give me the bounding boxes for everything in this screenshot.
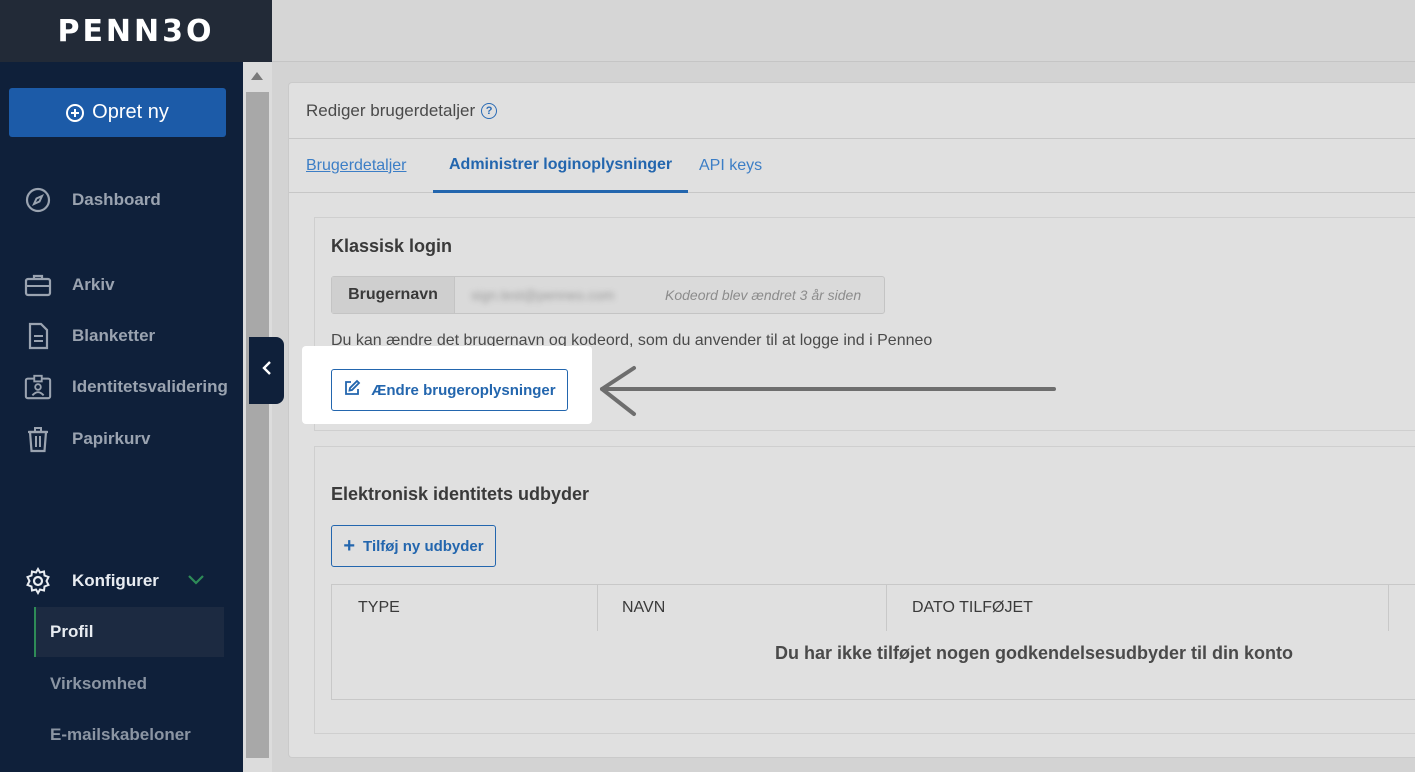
help-icon[interactable]: ? [481,102,498,119]
sidebar-item-identitetsvalidering[interactable]: Identitetsvalidering [24,373,228,401]
add-provider-button[interactable]: + Tilføj ny udbyder [331,525,496,567]
column-header-navn[interactable]: NAVN [622,585,665,631]
sidebar-subitem-label: Profil [50,622,94,641]
column-header-dato-tilfojet[interactable]: DATO TILFØJET [912,585,1033,631]
sidebar-item-label: Papirkurv [72,429,151,448]
pointer-arrow-icon [600,366,1056,416]
sidebar-item-dashboard[interactable]: Dashboard [24,186,161,214]
tab-api-keys[interactable]: API keys [699,139,762,193]
empty-table-message: Du har ikke tilføjet nogen godkendelsesu… [774,643,1294,663]
logo-bar: PENN3O [0,0,272,62]
top-bar [272,0,1415,62]
sidebar-item-blanketter[interactable]: Blanketter [24,322,155,350]
edit-icon [343,379,361,401]
sidebar-subitem-label: E-mailskabeloner [50,725,191,744]
sidebar-item-label: Identitetsvalidering [72,377,228,396]
tab-label: Brugerdetaljer [306,157,407,174]
sidebar-item-arkiv[interactable]: Arkiv [24,271,115,299]
add-provider-label: Tilføj ny udbyder [363,537,484,555]
tab-bar: Brugerdetaljer Administrer loginoplysnin… [289,139,1415,193]
scroll-up-arrow-icon[interactable] [251,72,263,80]
sidebar: Opret ny Dashboard Arkiv Blanketter Iden… [0,0,243,772]
provider-table: TYPE NAVN DATO TILFØJET Du har ikke tilf… [331,584,1415,700]
tab-administrer-loginoplysninger[interactable]: Administrer loginoplysninger [433,139,689,193]
scrollbar-thumb[interactable] [246,92,269,758]
plus-circle-icon [66,103,85,122]
sidebar-item-label: Blanketter [72,326,156,345]
document-icon [24,322,52,350]
sidebar-subitem-emailskabeloner[interactable]: E-mailskabeloner [34,710,224,760]
id-card-icon [24,373,52,401]
tab-label: API keys [699,157,763,174]
classic-login-title: Klassisk login [331,236,453,256]
gear-icon [24,567,52,595]
tab-label: Administrer loginoplysninger [449,155,673,173]
edit-credentials-button[interactable]: Ændre brugeroplysninger [331,369,568,411]
username-row: Brugernavn sign.test@penneo.com Kodeord … [331,276,885,314]
sidebar-item-papirkurv[interactable]: Papirkurv [24,425,150,453]
briefcase-icon [24,271,52,299]
sidebar-item-label: Arkiv [72,275,115,294]
sidebar-subitem-profil[interactable]: Profil [34,607,224,657]
sidebar-subitem-label: Virksomhed [50,674,148,693]
column-divider [886,585,887,631]
create-new-button[interactable]: Opret ny [9,88,226,137]
column-header-type[interactable]: TYPE [358,585,400,631]
tab-brugerdetaljer[interactable]: Brugerdetaljer [306,139,407,193]
column-divider [1388,585,1389,631]
eid-title: Elektronisk identitets udbyder [331,484,590,504]
sidebar-subitem-virksomhed[interactable]: Virksomhed [34,659,224,709]
sidebar-item-label: Dashboard [72,190,161,209]
sidebar-item-label: Konfigurer [72,571,159,590]
password-changed-note: Kodeord blev ændret 3 år siden [665,287,862,303]
plus-icon: + [343,535,356,557]
page-title: Rediger brugerdetaljer [306,100,476,120]
edit-credentials-label: Ændre brugeroplysninger [371,381,556,399]
trash-icon [24,425,52,453]
column-divider [597,585,598,631]
penneo-logo[interactable]: PENN3O [15,14,258,49]
username-label: Brugernavn [332,277,455,313]
create-new-label: Opret ny [92,101,169,123]
card-header: Rediger brugerdetaljer ? [289,83,1415,139]
username-value-cell: sign.test@penneo.com Kodeord blev ændret… [455,277,884,313]
chevron-left-icon [261,360,273,381]
username-value: sign.test@penneo.com [471,287,615,303]
collapse-sidebar-button[interactable] [249,337,284,404]
chevron-down-icon [187,571,205,591]
sidebar-item-konfigurer[interactable]: Konfigurer [24,567,205,595]
compass-icon [24,186,52,214]
